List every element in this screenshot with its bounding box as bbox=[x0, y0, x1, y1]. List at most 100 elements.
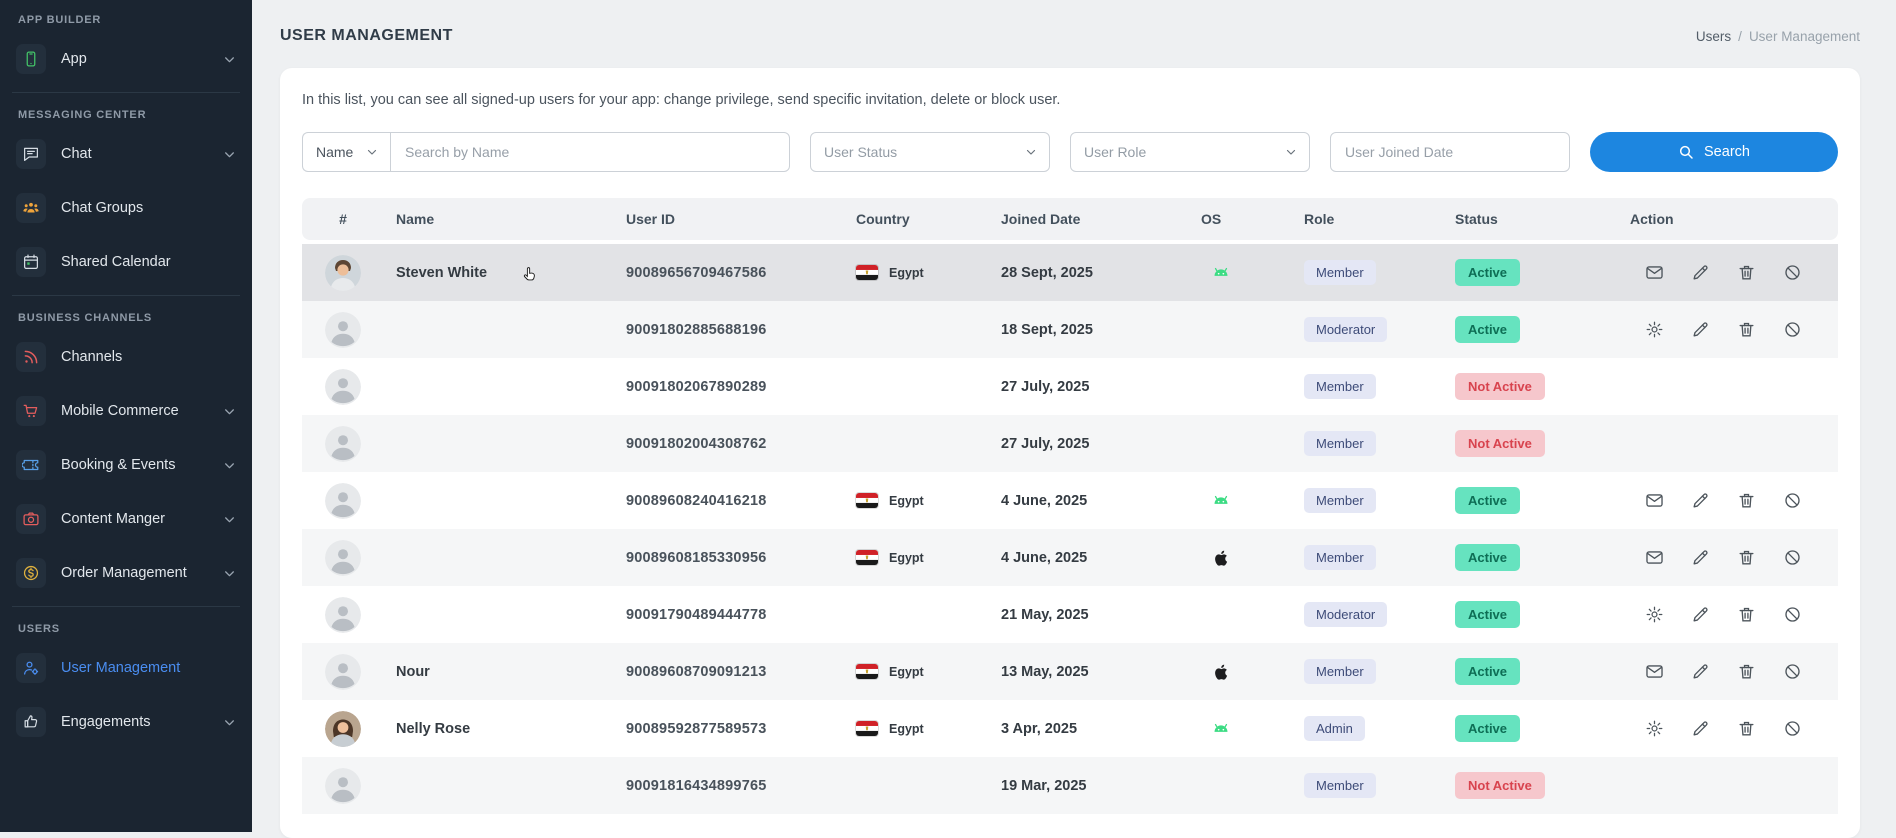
name-filter-label: Name bbox=[316, 144, 353, 160]
settings-action-button[interactable] bbox=[1645, 605, 1664, 624]
role-badge: Moderator bbox=[1304, 602, 1387, 627]
settings-action-button[interactable] bbox=[1645, 719, 1664, 738]
avatar bbox=[325, 255, 361, 291]
block-action-button[interactable] bbox=[1783, 662, 1802, 681]
sidebar-item-channels[interactable]: Channels bbox=[0, 330, 252, 384]
column-header-country: Country bbox=[844, 211, 989, 227]
block-action-button[interactable] bbox=[1783, 491, 1802, 510]
mail-action-button[interactable] bbox=[1645, 548, 1664, 567]
user-name: Steven White bbox=[396, 265, 487, 281]
breadcrumb-separator: / bbox=[1738, 29, 1742, 44]
sidebar-item-chat[interactable]: Chat bbox=[0, 127, 252, 181]
sidebar-item-content-manger[interactable]: Content Manger bbox=[0, 492, 252, 546]
user-id: 90091802885688196 bbox=[614, 322, 844, 338]
avatar bbox=[325, 426, 361, 462]
apple-icon bbox=[1211, 548, 1231, 568]
column-header-role: Role bbox=[1292, 211, 1443, 227]
sidebar-item-label: Channels bbox=[61, 349, 122, 365]
edit-action-button[interactable] bbox=[1691, 548, 1710, 567]
row-actions bbox=[1618, 662, 1838, 681]
table-row[interactable]: Nelly Rose 90089592877589573 Egypt 3 Apr… bbox=[302, 700, 1838, 757]
delete-action-button[interactable] bbox=[1737, 491, 1756, 510]
sidebar-section-label-messaging-center: MESSAGING CENTER bbox=[0, 95, 252, 127]
breadcrumb-users-link[interactable]: Users bbox=[1696, 29, 1731, 44]
search-by-name-input[interactable] bbox=[390, 132, 790, 172]
edit-action-button[interactable] bbox=[1691, 719, 1710, 738]
delete-action-button[interactable] bbox=[1737, 263, 1756, 282]
user-joined-date-input[interactable] bbox=[1330, 132, 1570, 172]
block-action-button[interactable] bbox=[1783, 263, 1802, 282]
settings-action-button[interactable] bbox=[1645, 320, 1664, 339]
sidebar-item-engagements[interactable]: Engagements bbox=[0, 695, 252, 749]
sidebar-item-label: Order Management bbox=[61, 565, 187, 581]
egypt-flag-icon bbox=[856, 664, 878, 679]
sidebar-item-chat-groups[interactable]: Chat Groups bbox=[0, 181, 252, 235]
mail-action-button[interactable] bbox=[1645, 491, 1664, 510]
table-row[interactable]: Steven White 90089656709467586 Egypt 28 … bbox=[302, 244, 1838, 301]
table-row[interactable]: Nour 90089608709091213 Egypt 13 May, 202… bbox=[302, 643, 1838, 700]
user-status-select[interactable]: User Status bbox=[810, 132, 1050, 172]
edit-action-button[interactable] bbox=[1691, 491, 1710, 510]
name-filter-select[interactable]: Name bbox=[302, 132, 390, 172]
user-id: 90089608185330956 bbox=[614, 550, 844, 566]
sidebar-item-order-management[interactable]: Order Management bbox=[0, 546, 252, 600]
chevron-down-icon bbox=[1285, 146, 1297, 158]
sidebar-item-booking-events[interactable]: Booking & Events bbox=[0, 438, 252, 492]
chevron-down-icon bbox=[223, 53, 236, 66]
block-action-button[interactable] bbox=[1783, 320, 1802, 339]
delete-action-button[interactable] bbox=[1737, 719, 1756, 738]
role-badge: Member bbox=[1304, 374, 1376, 399]
status-badge: Active bbox=[1455, 544, 1520, 571]
edit-action-button[interactable] bbox=[1691, 263, 1710, 282]
joined-date: 3 Apr, 2025 bbox=[989, 721, 1189, 737]
status-badge: Active bbox=[1455, 259, 1520, 286]
chevron-down-icon bbox=[223, 513, 236, 526]
chevron-down-icon bbox=[223, 148, 236, 161]
edit-action-button[interactable] bbox=[1691, 320, 1710, 339]
avatar bbox=[325, 540, 361, 576]
sidebar-item-user-management[interactable]: User Management bbox=[0, 641, 252, 695]
edit-action-button[interactable] bbox=[1691, 662, 1710, 681]
mail-action-button[interactable] bbox=[1645, 662, 1664, 681]
delete-action-button[interactable] bbox=[1737, 662, 1756, 681]
avatar bbox=[325, 597, 361, 633]
mail-action-button[interactable] bbox=[1645, 263, 1664, 282]
search-button[interactable]: Search bbox=[1590, 132, 1838, 172]
sidebar-item-mobile-commerce[interactable]: Mobile Commerce bbox=[0, 384, 252, 438]
sidebar-item-app[interactable]: App bbox=[0, 32, 252, 86]
country-name: Egypt bbox=[889, 722, 924, 736]
table-row[interactable]: 90089608185330956 Egypt 4 June, 2025 Mem… bbox=[302, 529, 1838, 586]
row-actions bbox=[1618, 548, 1838, 567]
country-name: Egypt bbox=[889, 665, 924, 679]
column-header-name: Name bbox=[384, 211, 614, 227]
user-id: 90089608709091213 bbox=[614, 664, 844, 680]
user-list-card: In this list, you can see all signed-up … bbox=[280, 68, 1860, 838]
table-row[interactable]: 90091816434899765 19 Mar, 2025 Member No… bbox=[302, 757, 1838, 814]
sidebar-item-label: Chat Groups bbox=[61, 200, 143, 216]
delete-action-button[interactable] bbox=[1737, 605, 1756, 624]
search-icon bbox=[1678, 144, 1694, 160]
table-row[interactable]: 90091802885688196 18 Sept, 2025 Moderato… bbox=[302, 301, 1838, 358]
users-table: #NameUser IDCountryJoined DateOSRoleStat… bbox=[302, 198, 1838, 814]
block-action-button[interactable] bbox=[1783, 605, 1802, 624]
column-header-os: OS bbox=[1189, 211, 1292, 227]
apple-icon bbox=[1211, 662, 1231, 682]
page-header: USER MANAGEMENT Users / User Management bbox=[280, 20, 1860, 52]
table-row[interactable]: 90091790489444778 21 May, 2025 Moderator… bbox=[302, 586, 1838, 643]
edit-action-button[interactable] bbox=[1691, 605, 1710, 624]
block-action-button[interactable] bbox=[1783, 548, 1802, 567]
delete-action-button[interactable] bbox=[1737, 320, 1756, 339]
user-role-select[interactable]: User Role bbox=[1070, 132, 1310, 172]
sidebar-item-shared-calendar[interactable]: Shared Calendar bbox=[0, 235, 252, 289]
table-row[interactable]: 90091802004308762 27 July, 2025 Member N… bbox=[302, 415, 1838, 472]
table-row[interactable]: 90089608240416218 Egypt 4 June, 2025 Mem… bbox=[302, 472, 1838, 529]
filters-row: Name User Status User Role Search bbox=[302, 132, 1838, 172]
status-badge: Active bbox=[1455, 715, 1520, 742]
sidebar-section-label-app-builder: APP BUILDER bbox=[0, 0, 252, 32]
block-action-button[interactable] bbox=[1783, 719, 1802, 738]
table-row[interactable]: 90091802067890289 27 July, 2025 Member N… bbox=[302, 358, 1838, 415]
delete-action-button[interactable] bbox=[1737, 548, 1756, 567]
sidebar-section: MESSAGING CENTER Chat Chat Groups Shared… bbox=[0, 92, 252, 289]
country-name: Egypt bbox=[889, 266, 924, 280]
joined-date: 27 July, 2025 bbox=[989, 379, 1189, 395]
